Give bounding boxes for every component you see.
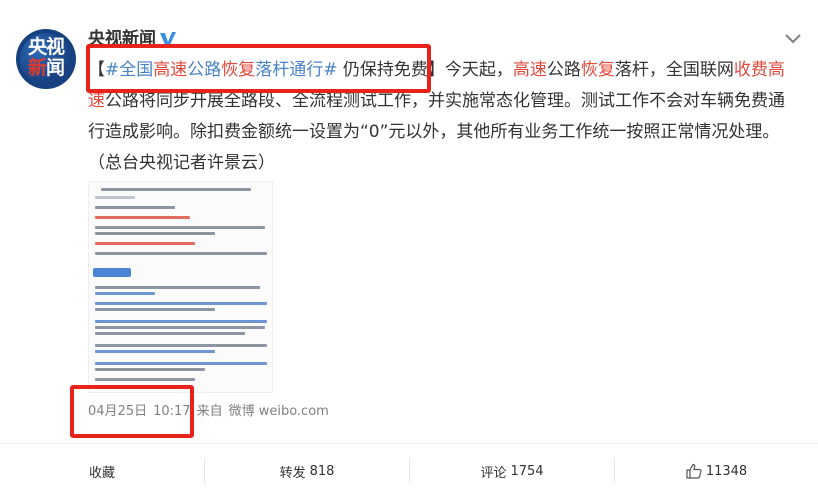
avatar-text-bottom-b: 闻 bbox=[46, 57, 65, 79]
repost-count: 818 bbox=[309, 463, 335, 479]
doc-heading-line bbox=[101, 188, 251, 191]
avatar-text-bottom: 新闻 bbox=[23, 58, 69, 79]
body-highlight-1: 高速 bbox=[512, 60, 547, 80]
doc-text-line bbox=[95, 332, 245, 335]
chevron-down-icon[interactable] bbox=[784, 32, 802, 46]
like-button[interactable]: 11348 bbox=[615, 444, 818, 497]
comment-count: 1754 bbox=[510, 463, 544, 479]
avatar-logo-text: 央视 新闻 bbox=[23, 37, 69, 79]
body-highlight-2: 恢复 bbox=[580, 60, 615, 80]
body-4: 公路将同步开展全路段、全流程测试工作，并实施常态化管理。测试工作不会对车辆免费通… bbox=[88, 91, 785, 173]
doc-subtitle-line bbox=[95, 196, 135, 199]
annotation-box-time bbox=[70, 385, 194, 438]
thumbs-up-icon bbox=[686, 463, 702, 479]
comment-button[interactable]: 评论 1754 bbox=[410, 444, 614, 497]
doc-blue-line bbox=[95, 362, 267, 365]
annotation-box-title bbox=[86, 44, 431, 93]
doc-text-line bbox=[95, 206, 175, 209]
doc-text-line bbox=[95, 368, 205, 371]
doc-text-line bbox=[95, 252, 267, 255]
repost-button[interactable]: 转发 818 bbox=[205, 444, 409, 497]
doc-text-line bbox=[95, 286, 260, 289]
doc-text-line bbox=[95, 226, 265, 229]
body-2: 公路 bbox=[546, 60, 581, 80]
doc-blue-line bbox=[95, 302, 267, 305]
doc-red-line bbox=[95, 242, 195, 245]
avatar[interactable]: 央视 新闻 bbox=[16, 29, 76, 89]
doc-blue-line bbox=[95, 320, 267, 323]
embedded-notice-image[interactable] bbox=[88, 181, 273, 393]
doc-blue-line bbox=[95, 350, 215, 353]
doc-blue-line bbox=[95, 292, 155, 295]
doc-text-line bbox=[95, 378, 195, 381]
doc-text-line bbox=[95, 344, 267, 347]
doc-button-block bbox=[93, 268, 131, 277]
avatar-text-top: 央视 bbox=[27, 36, 65, 58]
source-prefix: 来自 bbox=[196, 404, 223, 419]
repost-label: 转发 bbox=[279, 465, 306, 481]
doc-text-line bbox=[95, 308, 215, 311]
like-count: 11348 bbox=[705, 463, 748, 479]
weibo-post-card: 央视 新闻 央视新闻 【#全国高速公路恢复落杆通行# 仍保持免费】今天起，高速公… bbox=[0, 0, 818, 497]
doc-red-line bbox=[95, 216, 190, 219]
body-3: 落杆，全国联网 bbox=[614, 60, 734, 80]
source-link[interactable]: 微博 weibo.com bbox=[229, 404, 329, 419]
doc-text-line bbox=[95, 326, 265, 329]
avatar-text-bottom-a: 新 bbox=[27, 57, 47, 79]
action-bar: 收藏 转发 818 评论 1754 11348 bbox=[0, 443, 818, 497]
comment-label: 评论 bbox=[480, 465, 507, 481]
doc-text-line bbox=[95, 232, 215, 235]
favorite-label: 收藏 bbox=[88, 465, 115, 481]
favorite-button[interactable]: 收藏 bbox=[0, 444, 204, 497]
body-1: 今天起， bbox=[444, 60, 513, 80]
